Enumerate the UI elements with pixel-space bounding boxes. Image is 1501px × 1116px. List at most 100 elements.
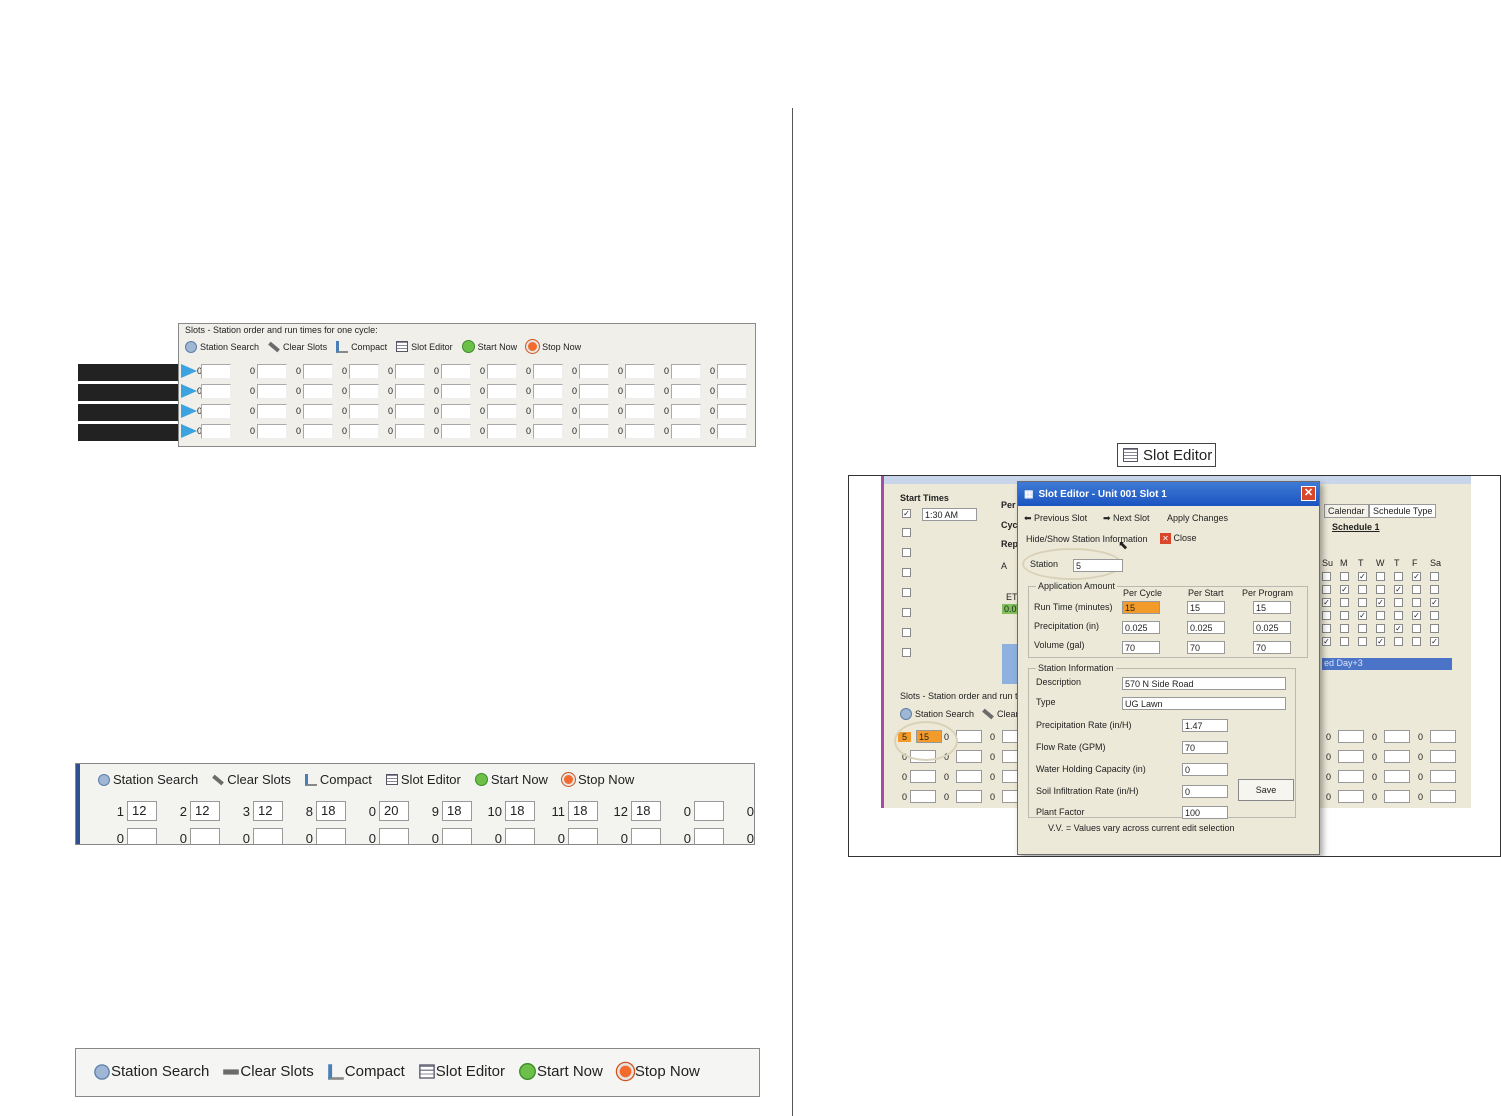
slot-runtime-field[interactable] [1338,750,1364,763]
slot-cell[interactable]: 0 [567,383,613,399]
slot-editor-button[interactable]: Slot Editor [396,341,453,352]
slot-cell[interactable]: 0 [663,828,726,844]
next-slot-button[interactable]: ➡ Next Slot [1103,513,1150,524]
start-time-checkbox[interactable] [902,648,911,657]
slot-cell[interactable]: 0 [285,828,348,844]
slot-runtime-field[interactable]: 18 [505,801,535,821]
slot-runtime-field[interactable]: 18 [316,801,346,821]
slot-runtime-field[interactable] [395,363,425,379]
start-time-field[interactable]: 1:30 AM [922,508,977,521]
day-checkbox[interactable] [1340,624,1349,633]
slot-runtime-field[interactable] [671,383,701,399]
day-checkbox[interactable]: ✓ [1412,572,1421,581]
slot-cell[interactable]: 0 [337,383,383,399]
day-checkbox[interactable] [1340,611,1349,620]
clear-slots-button[interactable]: Clear Slots [212,772,291,787]
slot-cell[interactable]: 0 [383,383,429,399]
slot-runtime-field[interactable] [1338,790,1364,803]
slot-runtime-field[interactable] [349,363,379,379]
precipitation-per-cycle[interactable]: 0.025 [1122,621,1160,634]
precipitation-rate-field[interactable]: 1.47 [1182,719,1228,732]
slot-runtime-field[interactable] [625,383,655,399]
slot-cell[interactable]: 0 [291,363,337,379]
slot-cell[interactable]: 0 [521,423,567,439]
slot-runtime-field[interactable]: 12 [253,801,283,821]
slot-cell[interactable]: 0 [659,363,705,379]
compact-button[interactable]: Compact [336,340,387,353]
slot-runtime-field[interactable] [379,828,409,844]
type-field[interactable]: UG Lawn [1122,697,1286,710]
slot-cell[interactable]: 0 [474,828,537,844]
slot-editor-button[interactable]: Slot Editor [1117,443,1216,467]
start-now-button[interactable]: Start Now [461,340,517,353]
slot-runtime-field[interactable] [1384,770,1410,783]
slot-cell[interactable]: 0 [429,383,475,399]
slot-cell[interactable]: 0 [96,828,159,844]
slot-runtime-field[interactable] [395,403,425,419]
slot-cell[interactable]: 0 [245,383,291,399]
day-checkbox[interactable] [1322,572,1331,581]
slot-runtime-field[interactable] [487,423,517,439]
slot-cell[interactable]: 0 [475,363,521,379]
precipitation-per-start[interactable]: 0.025 [1187,621,1225,634]
slot-runtime-field[interactable] [1430,750,1456,763]
clear-slots-button[interactable]: Clear Slots [223,1063,314,1080]
slot-runtime-field[interactable] [253,828,283,844]
day-checkbox[interactable] [1322,585,1331,594]
slot-cell[interactable]: 0 [291,423,337,439]
slot-cell[interactable]: 0 [521,363,567,379]
slot-cell[interactable]: 0 [337,423,383,439]
stop-now-button[interactable]: Stop Now [616,1063,700,1080]
slot-runtime-field[interactable] [533,403,563,419]
slot-runtime-field[interactable] [201,383,231,399]
slot-cell[interactable]: 2 12 [159,801,222,821]
slot-runtime-field[interactable] [201,423,231,439]
slot-cell[interactable]: 0 [429,423,475,439]
day-checkbox[interactable] [1430,585,1439,594]
slot-runtime-field[interactable] [487,383,517,399]
slot-runtime-field[interactable] [349,423,379,439]
close-button[interactable]: ✕ Close [1160,533,1197,544]
slot-runtime-field[interactable] [671,423,701,439]
slot-runtime-field[interactable] [1384,750,1410,763]
slot-runtime-field[interactable] [717,363,747,379]
slot-cell[interactable]: 0 [659,383,705,399]
slot-runtime-field[interactable] [349,383,379,399]
slot-runtime-field[interactable]: 12 [190,801,220,821]
day-checkbox[interactable] [1376,624,1385,633]
day-checkbox[interactable] [1412,598,1421,607]
station-search-button[interactable]: Station Search [900,708,974,720]
slot-cell[interactable]: 0 [383,403,429,419]
slot-runtime-field[interactable] [1430,770,1456,783]
slot-runtime-field[interactable]: 18 [631,801,661,821]
slot-cell[interactable]: 0 [659,423,705,439]
slot-runtime-field[interactable] [694,828,724,844]
slot-cell[interactable]: 0 [475,423,521,439]
slot-runtime-field[interactable] [303,403,333,419]
run-time-per-start[interactable]: 15 [1187,601,1225,614]
slot-cell[interactable]: 0 [600,828,663,844]
slot-cell[interactable]: 0 [705,363,751,379]
slot-cell[interactable]: 0 [521,383,567,399]
slot-cell[interactable]: 0 [222,828,285,844]
slot-runtime-field[interactable] [257,403,287,419]
stop-now-button[interactable]: Stop Now [526,340,581,353]
slot-runtime-field[interactable] [717,403,747,419]
slot-runtime-field[interactable] [533,363,563,379]
day-checkbox[interactable]: ✓ [1358,572,1367,581]
slot-runtime-field[interactable] [910,770,936,783]
compact-button[interactable]: Compact [304,772,372,787]
slot-runtime-field[interactable] [257,363,287,379]
slot-cell[interactable]: 0 [663,801,726,821]
slot-runtime-field[interactable] [956,730,982,743]
day-checkbox[interactable] [1394,572,1403,581]
day-checkbox[interactable]: ✓ [1322,598,1331,607]
slot-cell[interactable]: 0 [245,363,291,379]
slot-runtime-field[interactable] [1338,730,1364,743]
volume-per-start[interactable]: 70 [1187,641,1225,654]
start-time-checkbox[interactable] [902,608,911,617]
slot-runtime-field[interactable] [442,828,472,844]
slot-cell[interactable]: 0 [197,423,245,439]
day-checkbox[interactable]: ✓ [1394,624,1403,633]
slot-runtime-field[interactable] [303,383,333,399]
